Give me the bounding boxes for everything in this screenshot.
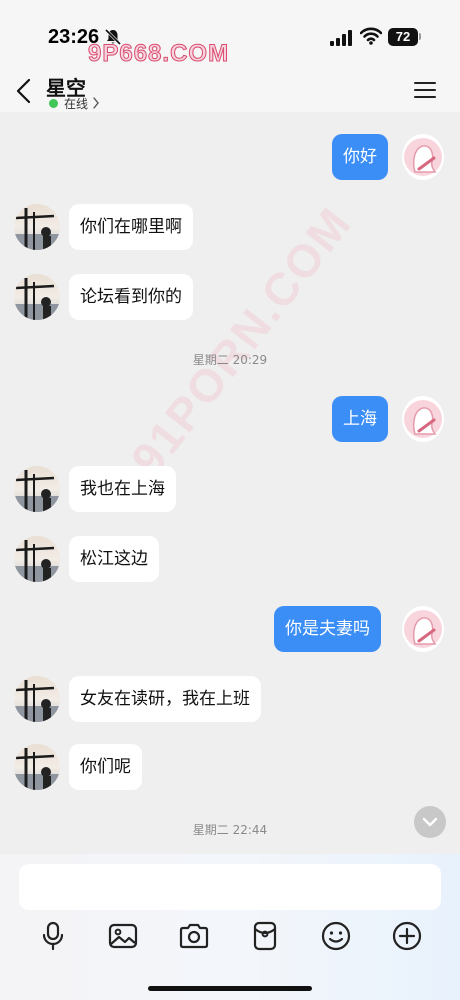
chat-header: 星空 在线 [0, 72, 460, 112]
my-avatar[interactable] [402, 396, 444, 442]
message-input[interactable] [19, 864, 441, 910]
wifi-icon [360, 27, 382, 45]
timestamp-separator: 星期二 22:44 [192, 823, 268, 837]
watermark-top: 9P668.COM [87, 40, 230, 68]
battery-indicator: 72 [388, 28, 418, 46]
message-bubble-incoming[interactable]: 你们呢 [69, 744, 142, 790]
my-avatar[interactable] [402, 606, 444, 652]
presence-status[interactable]: 在线 [64, 95, 88, 112]
my-avatar-image [404, 400, 442, 438]
message-bubble-incoming[interactable]: 女友在读研，我在上班 [69, 676, 261, 722]
battery-tip [419, 33, 421, 40]
message-bubble-incoming[interactable]: 论坛看到你的 [69, 274, 193, 320]
timestamp-separator: 星期二 20:29 [192, 353, 268, 367]
chevron-right-icon[interactable] [92, 97, 100, 109]
message-bubble-outgoing[interactable]: 上海 [332, 396, 388, 442]
message-bubble-incoming[interactable]: 你们在哪里啊 [69, 204, 193, 250]
contact-avatar-image [14, 748, 60, 790]
message-bubble-incoming[interactable]: 松江这边 [69, 536, 159, 582]
contact-avatar-image [14, 470, 60, 512]
contact-avatar-image [14, 208, 60, 250]
chat-message-list[interactable]: 91PORN.COM 你好 你们在哪里啊 论坛看到你的 星期二 20:29 上海… [0, 112, 460, 854]
contact-avatar-image [14, 278, 60, 320]
contact-avatar[interactable] [14, 676, 60, 722]
menu-icon[interactable] [414, 80, 436, 100]
emoji-icon[interactable] [320, 920, 352, 952]
red-packet-icon[interactable] [249, 920, 281, 952]
online-status-dot [49, 99, 58, 108]
message-bubble-outgoing[interactable]: 你好 [332, 134, 388, 180]
contact-avatar[interactable] [14, 536, 60, 582]
scroll-to-bottom-button[interactable] [414, 806, 446, 838]
composer [0, 854, 460, 1000]
camera-icon[interactable] [178, 920, 210, 952]
contact-avatar[interactable] [14, 274, 60, 320]
message-bubble-outgoing[interactable]: 你是夫妻吗 [274, 606, 381, 652]
chevron-down-icon [422, 817, 438, 827]
cellular-signal-icon [330, 30, 352, 46]
plus-icon[interactable] [391, 920, 423, 952]
message-bubble-incoming[interactable]: 我也在上海 [69, 466, 176, 512]
my-avatar-image [404, 138, 442, 176]
contact-avatar[interactable] [14, 466, 60, 512]
my-avatar[interactable] [402, 134, 444, 180]
status-bar: 23:26 9P668.COM 72 [0, 0, 460, 72]
back-arrow-icon[interactable] [14, 78, 34, 104]
microphone-icon[interactable] [37, 920, 69, 952]
home-indicator[interactable] [148, 986, 312, 991]
contact-avatar-image [14, 680, 60, 722]
image-icon[interactable] [107, 920, 139, 952]
contact-avatar[interactable] [14, 204, 60, 250]
contact-avatar-image [14, 540, 60, 582]
my-avatar-image [404, 610, 442, 648]
contact-avatar[interactable] [14, 744, 60, 790]
